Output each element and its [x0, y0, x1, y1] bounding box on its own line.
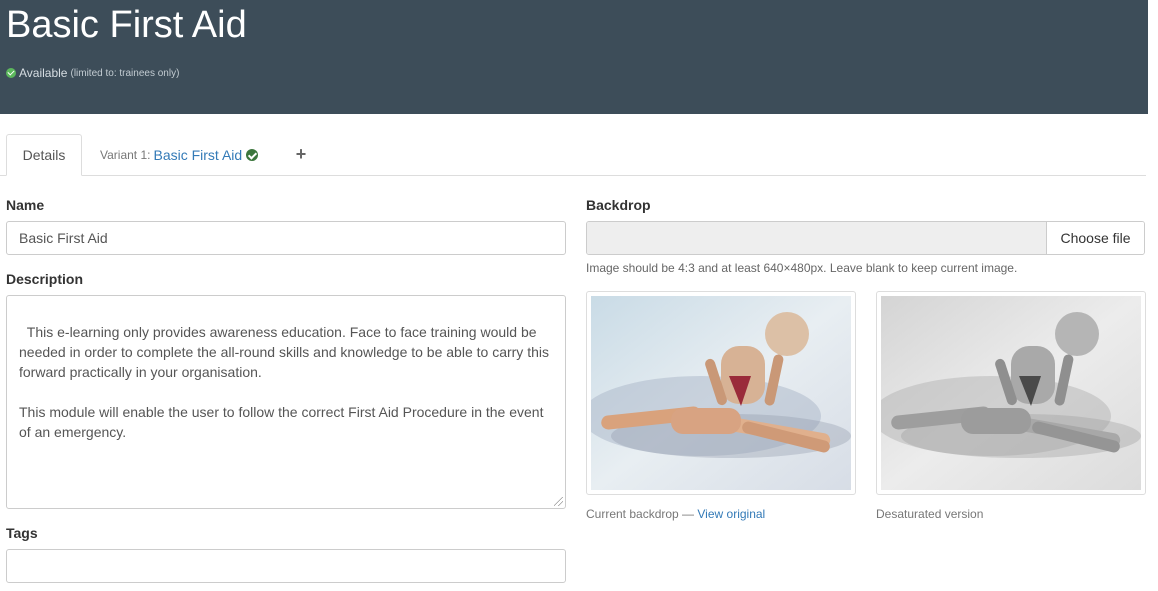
- variant-prefix: Variant 1:: [100, 148, 151, 162]
- current-backdrop-thumbnail: [586, 291, 856, 495]
- description-label: Description: [6, 271, 84, 287]
- tab-variant-1[interactable]: Variant 1: Basic First Aid: [100, 134, 259, 176]
- check-circle-icon: [6, 68, 16, 78]
- first-aid-mannequins-image: [591, 296, 851, 490]
- tab-details[interactable]: Details: [6, 134, 82, 176]
- current-backdrop-caption: Current backdrop — View original: [586, 507, 765, 521]
- choose-file-button[interactable]: Choose file: [1046, 222, 1144, 254]
- resize-handle-icon[interactable]: [554, 497, 563, 506]
- backdrop-help-text: Image should be 4:3 and at least 640×480…: [586, 261, 1018, 275]
- desaturated-caption: Desaturated version: [876, 507, 984, 521]
- add-variant-button[interactable]: +: [292, 134, 310, 176]
- desaturated-backdrop-thumbnail: [876, 291, 1146, 495]
- name-input[interactable]: Basic First Aid: [6, 221, 566, 255]
- tab-bar: Details Variant 1: Basic First Aid +: [0, 134, 1146, 176]
- page-header: Basic First Aid Available (limited to: t…: [0, 0, 1148, 114]
- name-label: Name: [6, 197, 45, 213]
- description-text: This e-learning only provides awareness …: [19, 324, 549, 440]
- status-limit-text: (limited to: trainees only): [70, 67, 180, 79]
- file-name-field[interactable]: [587, 222, 1046, 254]
- status-text: Available: [19, 66, 68, 80]
- availability-status: Available (limited to: trainees only): [6, 66, 179, 80]
- tags-input[interactable]: [6, 549, 566, 583]
- backdrop-file-input[interactable]: Choose file: [586, 221, 1145, 255]
- description-textarea[interactable]: This e-learning only provides awareness …: [6, 295, 566, 509]
- view-original-link[interactable]: View original: [697, 507, 765, 521]
- backdrop-label: Backdrop: [586, 197, 651, 213]
- check-circle-icon: [246, 149, 259, 161]
- current-backdrop-text: Current backdrop —: [586, 507, 695, 521]
- tags-label: Tags: [6, 525, 38, 541]
- page-title: Basic First Aid: [6, 4, 247, 46]
- variant-name: Basic First Aid: [153, 147, 243, 163]
- first-aid-mannequins-desaturated-image: [881, 296, 1141, 490]
